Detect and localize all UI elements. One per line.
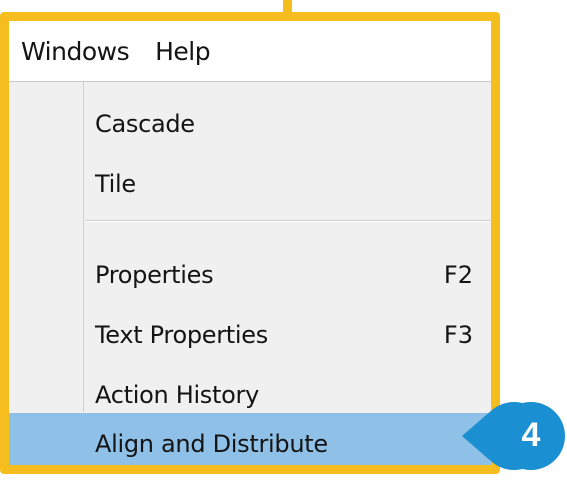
- menu-item-align-and-distribute[interactable]: Align and Distribute: [9, 413, 491, 465]
- menu-windows[interactable]: Windows: [9, 37, 143, 66]
- menu-bar: Windows Help: [9, 21, 491, 81]
- windows-dropdown-menu: Cascade Tile Properties F2 Text Properti…: [9, 82, 491, 465]
- highlight-frame: Windows Help Cascade Tile Properties F2 …: [0, 12, 500, 474]
- menu-item-tile[interactable]: Tile: [9, 154, 491, 214]
- menu-item-label: Cascade: [95, 110, 195, 138]
- menu-item-label: Properties: [95, 261, 214, 289]
- menu-item-properties[interactable]: Properties F2: [9, 245, 491, 305]
- callout-connector: [283, 0, 292, 12]
- screenshot-stage: Windows Help Cascade Tile Properties F2 …: [0, 0, 567, 482]
- menu-separator-highlight: [85, 221, 491, 222]
- menu-item-cascade[interactable]: Cascade: [9, 94, 491, 154]
- menu-item-label: Action History: [95, 381, 259, 409]
- step-number: 4: [521, 416, 541, 454]
- menu-item-shortcut: F3: [443, 321, 473, 349]
- menu-item-text-properties[interactable]: Text Properties F3: [9, 305, 491, 365]
- menu-item-label: Text Properties: [95, 321, 268, 349]
- menu-item-label: Align and Distribute: [95, 430, 328, 458]
- menu-item-shortcut: F2: [443, 261, 473, 289]
- menu-help[interactable]: Help: [143, 37, 224, 66]
- menu-item-label: Tile: [95, 170, 136, 198]
- step-number-callout: 4: [462, 402, 567, 470]
